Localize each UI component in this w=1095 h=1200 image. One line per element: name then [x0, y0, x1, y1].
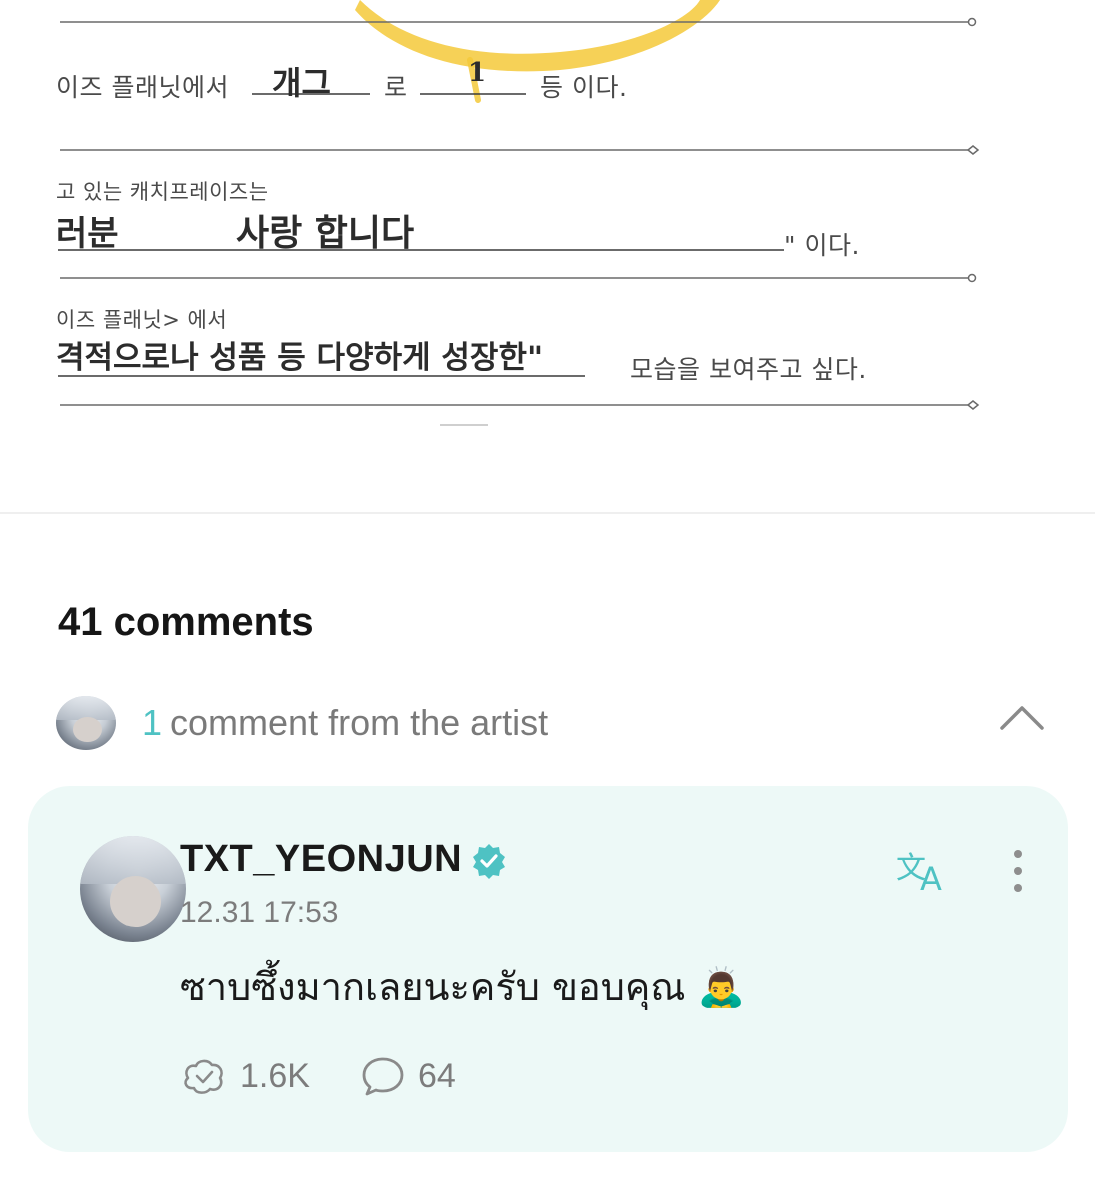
- worksheet-line1-suffix: 등 이다.: [540, 73, 628, 102]
- verified-badge-icon: [473, 844, 505, 879]
- speech-bubble-icon: [362, 1057, 404, 1096]
- comment-text-row: ซาบซึ้งมากเลยนะครับ ขอบคุณ 🙇‍♂️: [180, 956, 745, 1017]
- section-divider: [0, 512, 1095, 514]
- reply-button[interactable]: 64: [360, 1054, 456, 1098]
- worksheet-line1-prefix: 이즈 플래닛에서: [56, 73, 229, 102]
- reply-count: 64: [418, 1056, 456, 1095]
- worksheet-line3-suffix: 모습을 보여주고 싶다.: [630, 355, 867, 384]
- worksheet-line2-answer-start: 러분: [56, 214, 119, 254]
- artist-comment-count: 1: [142, 702, 163, 743]
- cheer-count: 1.6K: [240, 1056, 310, 1095]
- cheer-icon: [184, 1059, 223, 1094]
- author-name[interactable]: TXT_YEONJUN: [180, 838, 462, 881]
- artist-comment-text: comment from the artist: [170, 702, 549, 743]
- highlight-scribble: [355, 0, 720, 72]
- worksheet-image: 이즈 플래닛에서 개그 로 1 등 이다. 고 있는 캐치프레이즈는 러분 사랑…: [0, 0, 1095, 512]
- comment-text: ซาบซึ้งมากเลยนะครับ ขอบคุณ: [180, 965, 686, 1009]
- comments-count: 41 comments: [58, 600, 314, 644]
- more-vertical-icon[interactable]: [1008, 846, 1028, 896]
- artist-comment-label: 1 comment from the artist: [142, 702, 548, 744]
- worksheet-line2-prompt: 고 있는 캐치프레이즈는: [56, 180, 269, 204]
- worksheet-line2-answer: 사랑 합니다: [236, 212, 415, 254]
- translate-icon[interactable]: 文 A: [894, 846, 954, 894]
- author-avatar[interactable]: [80, 836, 186, 942]
- worksheet-line3-answer: 격적으로나 성품 등 다양하게 성장한": [56, 340, 544, 376]
- worksheet-line2-suffix: " 이다.: [784, 231, 860, 260]
- svg-text:A: A: [920, 860, 942, 894]
- comment-timestamp: 12.31 17:53: [180, 896, 339, 929]
- artist-comments-toggle[interactable]: 1 comment from the artist: [56, 694, 1046, 754]
- worksheet-line3-prompt: 이즈 플래닛> 에서: [56, 308, 228, 332]
- cheer-button[interactable]: 1.6K: [180, 1054, 310, 1098]
- artist-avatar: [56, 696, 116, 750]
- worksheet-line1-answer-2: 1: [468, 58, 487, 88]
- worksheet-line1-answer-1: 개그: [272, 64, 331, 102]
- artist-comment-card: TXT_YEONJUN 12.31 17:53 ซาบซึ้งมากเลยนะค…: [28, 786, 1068, 1152]
- comment-emoji: 🙇‍♂️: [697, 965, 745, 1009]
- worksheet-line1-middle: 로: [384, 73, 408, 102]
- chevron-up-icon[interactable]: [998, 702, 1046, 732]
